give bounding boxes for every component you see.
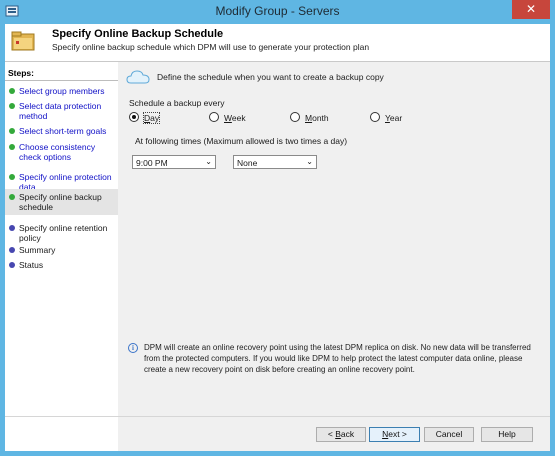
page-title: Specify Online Backup Schedule — [52, 28, 224, 40]
step-specify-online-retention-policy: Specify online retention policy — [5, 223, 118, 243]
chevron-down-icon[interactable]: ⌄ — [306, 157, 313, 166]
folder-icon — [11, 31, 35, 51]
step-summary: Summary — [5, 245, 118, 255]
close-button[interactable]: ✕ — [512, 0, 550, 19]
complete-status-icon — [9, 88, 15, 94]
step-label: Select data protection method — [19, 101, 102, 121]
schedule-content: Define the schedule when you want to cre… — [123, 62, 550, 416]
pending-status-icon — [9, 262, 15, 268]
step-label: Specify online retention policy — [19, 223, 108, 243]
wizard-header: Specify Online Backup Schedule Specify o… — [5, 24, 550, 62]
help-button[interactable]: Help — [481, 427, 533, 442]
step-label: Select group members — [19, 86, 105, 96]
current-status-icon — [9, 194, 15, 200]
schedule-frequency-label: Schedule a backup every — [129, 98, 225, 108]
recovery-point-info: DPM will create an online recovery point… — [144, 343, 531, 374]
radio-label: Day — [142, 112, 161, 124]
cloud-icon — [126, 70, 150, 84]
steps-divider — [5, 80, 118, 81]
step-select-short-term-goals[interactable]: Select short-term goals — [5, 126, 118, 136]
step-status: Status — [5, 260, 118, 270]
select-value: 9:00 PM — [136, 157, 168, 168]
step-label: Select short-term goals — [19, 126, 107, 136]
title-bar[interactable]: Modify Group - Servers ✕ — [0, 0, 555, 24]
step-select-data-protection-method[interactable]: Select data protection method — [5, 101, 118, 121]
chevron-down-icon[interactable]: ⌄ — [205, 157, 212, 166]
radio-day[interactable]: Day — [129, 112, 169, 124]
complete-status-icon — [9, 144, 15, 150]
cancel-button[interactable]: Cancel — [424, 427, 474, 442]
next-button[interactable]: Next > — [369, 427, 420, 442]
step-select-group-members[interactable]: Select group members — [5, 86, 118, 96]
pending-status-icon — [9, 225, 15, 231]
window-title: Modify Group - Servers — [215, 4, 340, 18]
radio-circle[interactable] — [370, 112, 380, 122]
backup-times-label: At following times (Maximum allowed is t… — [135, 136, 348, 146]
radio-label: Year — [385, 113, 403, 123]
wizard-client-area: Specify Online Backup Schedule Specify o… — [5, 24, 550, 451]
step-specify-online-backup-schedule: Specify online backup schedule — [5, 189, 118, 215]
radio-circle[interactable] — [129, 112, 139, 122]
page-subtitle: Specify online backup schedule which DPM… — [52, 42, 370, 52]
step-choose-consistency-check[interactable]: Choose consistency check options — [5, 142, 118, 162]
complete-status-icon — [9, 103, 15, 109]
radio-circle[interactable] — [290, 112, 300, 122]
backup-time-2-select[interactable]: None ⌄ — [233, 155, 317, 169]
back-button[interactable]: < Back — [316, 427, 366, 442]
radio-label: Month — [305, 113, 329, 123]
steps-panel: Steps: Select group members Select data … — [5, 62, 118, 451]
complete-status-icon — [9, 174, 15, 180]
radio-month[interactable]: Month — [290, 112, 338, 124]
complete-status-icon — [9, 128, 15, 134]
pending-status-icon — [9, 247, 15, 253]
info-icon: i — [128, 343, 138, 353]
radio-circle[interactable] — [209, 112, 219, 122]
step-label: Choose consistency check options — [19, 142, 96, 162]
radio-label: Week — [224, 113, 246, 123]
schedule-instructions: Define the schedule when you want to cre… — [157, 72, 384, 82]
step-label: Summary — [19, 245, 56, 255]
select-value: None — [237, 157, 258, 168]
wizard-button-row: < Back Next > Cancel Help — [5, 416, 550, 451]
steps-heading: Steps: — [8, 68, 34, 78]
radio-week[interactable]: Week — [209, 112, 253, 124]
step-label: Status — [19, 260, 44, 270]
modify-group-window: Modify Group - Servers ✕ Specify Online … — [0, 0, 555, 456]
step-label: Specify online backup schedule — [19, 192, 102, 212]
backup-time-1-select[interactable]: 9:00 PM ⌄ — [132, 155, 216, 169]
radio-year[interactable]: Year — [370, 112, 410, 124]
